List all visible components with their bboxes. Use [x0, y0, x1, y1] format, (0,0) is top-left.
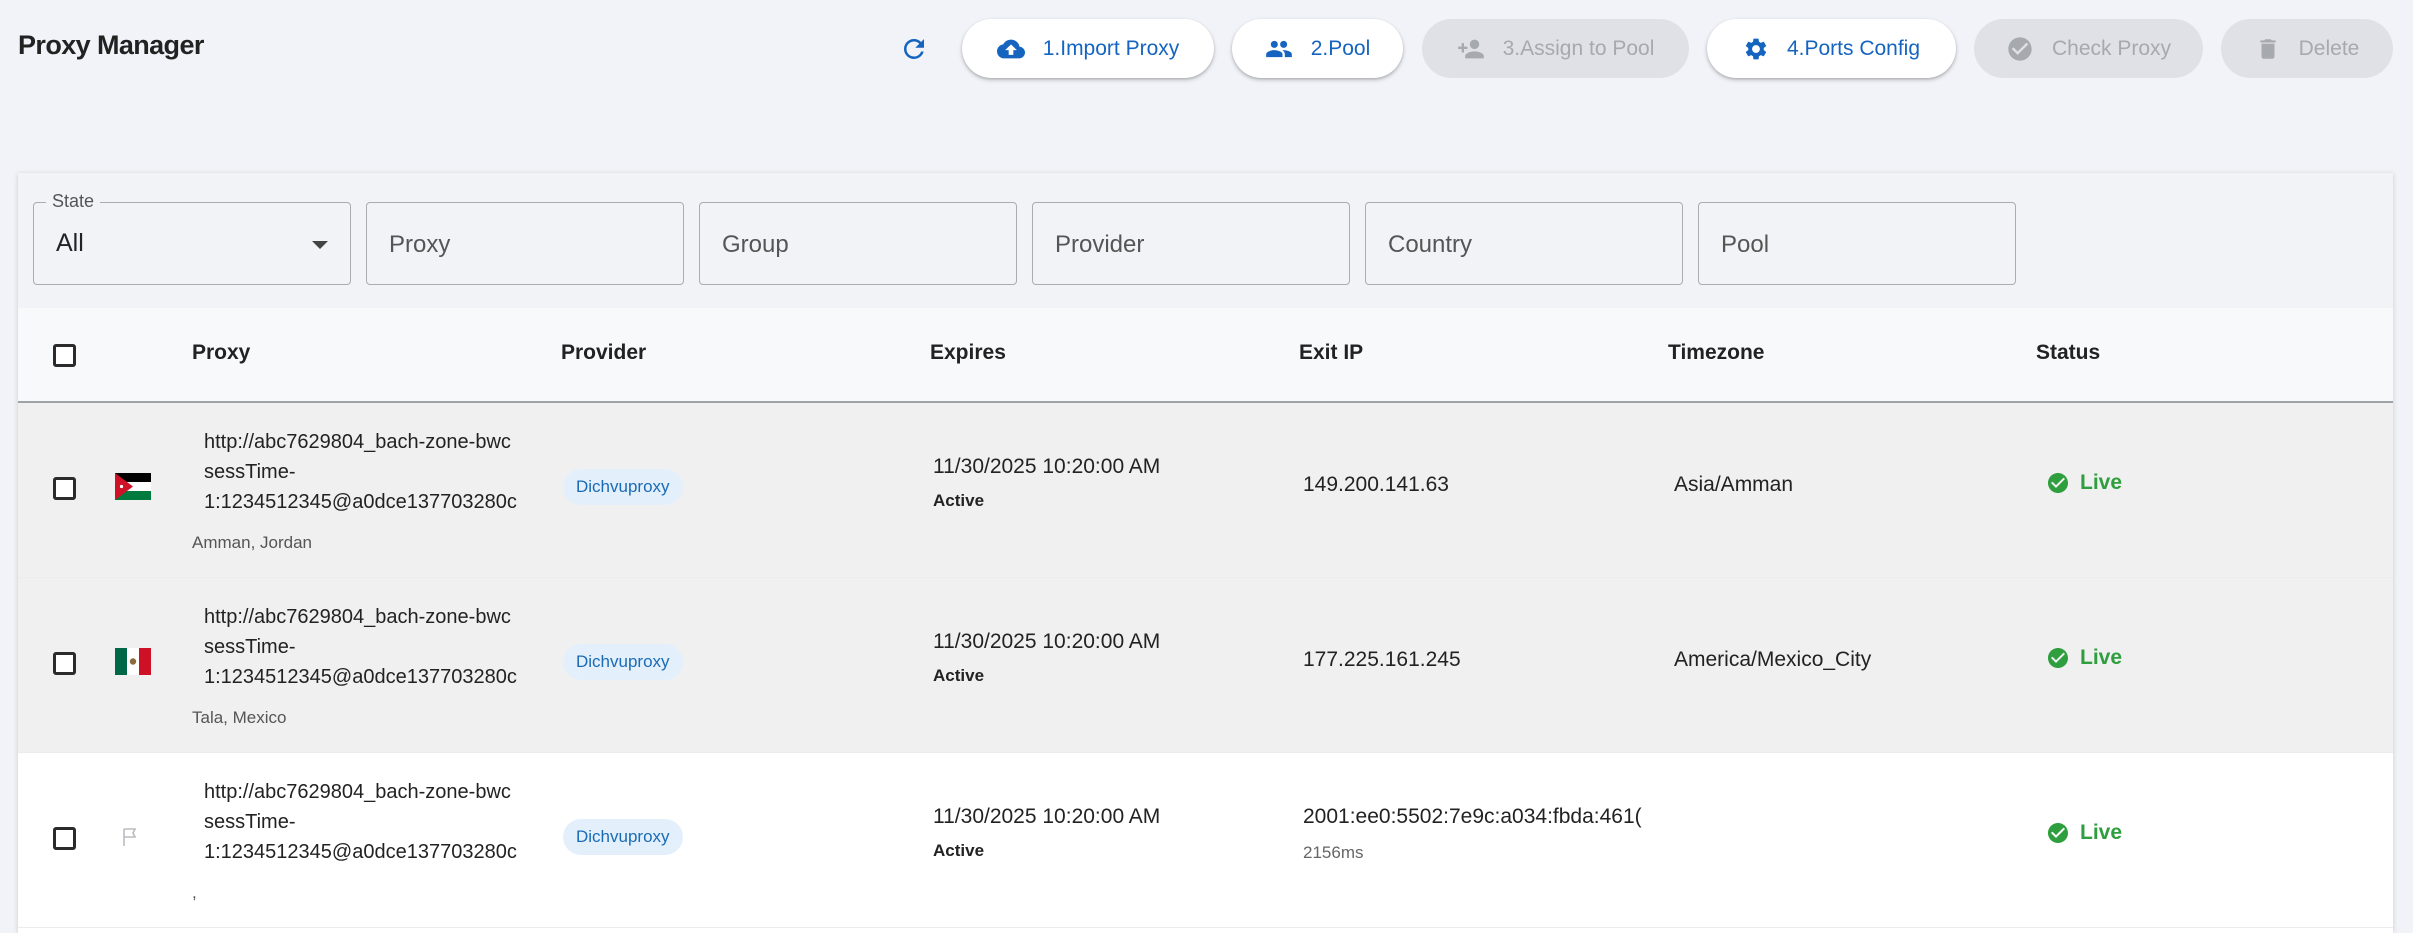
timezone: America/Mexico_City — [1674, 648, 1872, 671]
cloud-upload-icon — [996, 39, 1025, 58]
ports-config-label: 4.Ports Config — [1786, 36, 1921, 60]
check-proxy-label: Check Proxy — [2051, 36, 2172, 60]
exit-ip: 177.225.161.245 — [1303, 648, 1461, 671]
top-bar: Proxy Manager 1.Import Proxy 2.Pool 3.As… — [0, 0, 2413, 100]
provider-chip: Dichvuproxy — [563, 819, 683, 855]
group-filter-input[interactable]: Group — [699, 202, 1017, 285]
expires-date: 11/30/2025 10:20:00 AM — [933, 630, 1161, 653]
status-text: Live — [2080, 646, 2123, 669]
ports-config-button[interactable]: 4.Ports Config — [1707, 19, 1956, 78]
proxy-address: http://abc7629804_bach-zone-bwc sessTime… — [204, 777, 541, 867]
state-select-label: State — [46, 191, 101, 212]
exit-ip: 149.200.141.63 — [1303, 473, 1449, 496]
group-icon — [1265, 40, 1292, 57]
group-filter-placeholder: Group — [722, 231, 789, 258]
proxy-line: 1:1234512345@a0dce137703280c — [204, 841, 517, 863]
page-title: Proxy Manager — [18, 30, 204, 60]
assign-to-pool-label: 3.Assign to Pool — [1502, 36, 1655, 60]
status-text: Live — [2080, 471, 2123, 494]
table-row[interactable]: http://abc7629804_bach-zone-bwc sessTime… — [18, 578, 2393, 753]
table-header: Proxy Provider Expires Exit IP Timezone … — [18, 308, 2393, 403]
gear-icon — [1745, 38, 1767, 59]
refresh-icon — [903, 38, 924, 59]
country-filter-placeholder: Country — [1388, 231, 1473, 258]
country-filter-input[interactable]: Country — [1365, 202, 1683, 285]
proxy-address: http://abc7629804_bach-zone-bwc sessTime… — [204, 427, 541, 517]
expires-state: Active — [933, 491, 985, 510]
check-circle-icon — [2048, 473, 2068, 493]
jordan-flag-icon — [115, 473, 151, 500]
check-circle-icon — [2048, 648, 2068, 668]
proxy-line: 1:1234512345@a0dce137703280c — [204, 491, 517, 513]
pool-filter-input[interactable]: Pool — [1698, 202, 2016, 285]
provider-chip: Dichvuproxy — [563, 469, 683, 505]
caret-down-icon — [312, 241, 328, 249]
provider-filter-placeholder: Provider — [1055, 231, 1145, 258]
filter-bar: State All Proxy Group Provider Country P… — [18, 173, 2393, 308]
pool-filter-placeholder: Pool — [1721, 231, 1770, 258]
column-header-expires[interactable]: Expires — [930, 341, 1006, 365]
row-checkbox[interactable] — [53, 827, 76, 850]
select-all-checkbox[interactable] — [53, 344, 76, 367]
mexico-flag-icon — [115, 648, 151, 675]
latency: 2156ms — [1303, 843, 1364, 862]
state-select-value: All — [56, 229, 84, 257]
expires-date: 11/30/2025 10:20:00 AM — [933, 455, 1161, 478]
delete-button[interactable]: Delete — [2221, 19, 2393, 78]
delete-label: Delete — [2298, 36, 2360, 60]
proxy-location: , — [192, 883, 197, 902]
status-badge: Live — [2046, 821, 2122, 845]
table-row[interactable]: http://abc7629804_bach-zone-bwc sessTime… — [18, 403, 2393, 578]
provider-filter-input[interactable]: Provider — [1032, 202, 1350, 285]
provider-chip: Dichvuproxy — [563, 644, 683, 680]
pool-button[interactable]: 2.Pool — [1232, 19, 1403, 78]
column-header-exit-ip[interactable]: Exit IP — [1299, 341, 1363, 365]
proxy-filter-input[interactable]: Proxy — [366, 202, 684, 285]
person-add-icon — [1457, 39, 1484, 58]
proxy-line: http://abc7629804_bach-zone-bwc — [204, 781, 511, 803]
row-checkbox[interactable] — [53, 652, 76, 675]
expires-date: 11/30/2025 10:20:00 AM — [933, 805, 1161, 828]
status-text: Live — [2080, 821, 2123, 844]
table-row[interactable]: http://abc7629804_bach-zone-bwc sessTime… — [18, 753, 2393, 928]
proxy-location: Amman, Jordan — [192, 533, 312, 552]
proxy-table-card: State All Proxy Group Provider Country P… — [18, 173, 2393, 933]
proxy-line: http://abc7629804_bach-zone-bwc — [204, 431, 511, 453]
proxy-line: sessTime- — [204, 636, 296, 658]
refresh-button[interactable] — [893, 28, 935, 70]
status-badge: Live — [2046, 646, 2122, 670]
proxy-address: http://abc7629804_bach-zone-bwc sessTime… — [204, 602, 541, 692]
timezone: Asia/Amman — [1674, 473, 1794, 496]
proxy-line: http://abc7629804_bach-zone-bwc — [204, 606, 511, 628]
column-header-timezone[interactable]: Timezone — [1668, 341, 1764, 365]
pool-label: 2.Pool — [1310, 36, 1371, 60]
column-header-status[interactable]: Status — [2036, 341, 2100, 365]
proxy-line: sessTime- — [204, 811, 296, 833]
proxy-filter-placeholder: Proxy — [389, 231, 451, 258]
state-select[interactable]: State All — [33, 191, 351, 285]
expires-state: Active — [933, 841, 985, 860]
flag-outline-icon — [119, 825, 155, 852]
check-circle-icon — [2048, 823, 2068, 843]
proxy-location: Tala, Mexico — [192, 708, 287, 727]
status-badge: Live — [2046, 471, 2122, 495]
exit-ip: 2001:ee0:5502:7e9c:a034:fbda:461( — [1303, 805, 1642, 828]
proxy-line: sessTime- — [204, 461, 296, 483]
import-proxy-label: 1.Import Proxy — [1042, 36, 1180, 60]
assign-to-pool-button[interactable]: 3.Assign to Pool — [1422, 19, 1689, 78]
trash-icon — [2260, 38, 2276, 59]
column-header-provider[interactable]: Provider — [561, 341, 646, 365]
row-checkbox[interactable] — [53, 477, 76, 500]
import-proxy-button[interactable]: 1.Import Proxy — [962, 19, 1214, 78]
proxy-line: 1:1234512345@a0dce137703280c — [204, 666, 517, 688]
expires-state: Active — [933, 666, 985, 685]
column-header-proxy[interactable]: Proxy — [192, 341, 250, 365]
check-proxy-button[interactable]: Check Proxy — [1974, 19, 2203, 78]
check-circle-icon — [2008, 36, 2032, 61]
